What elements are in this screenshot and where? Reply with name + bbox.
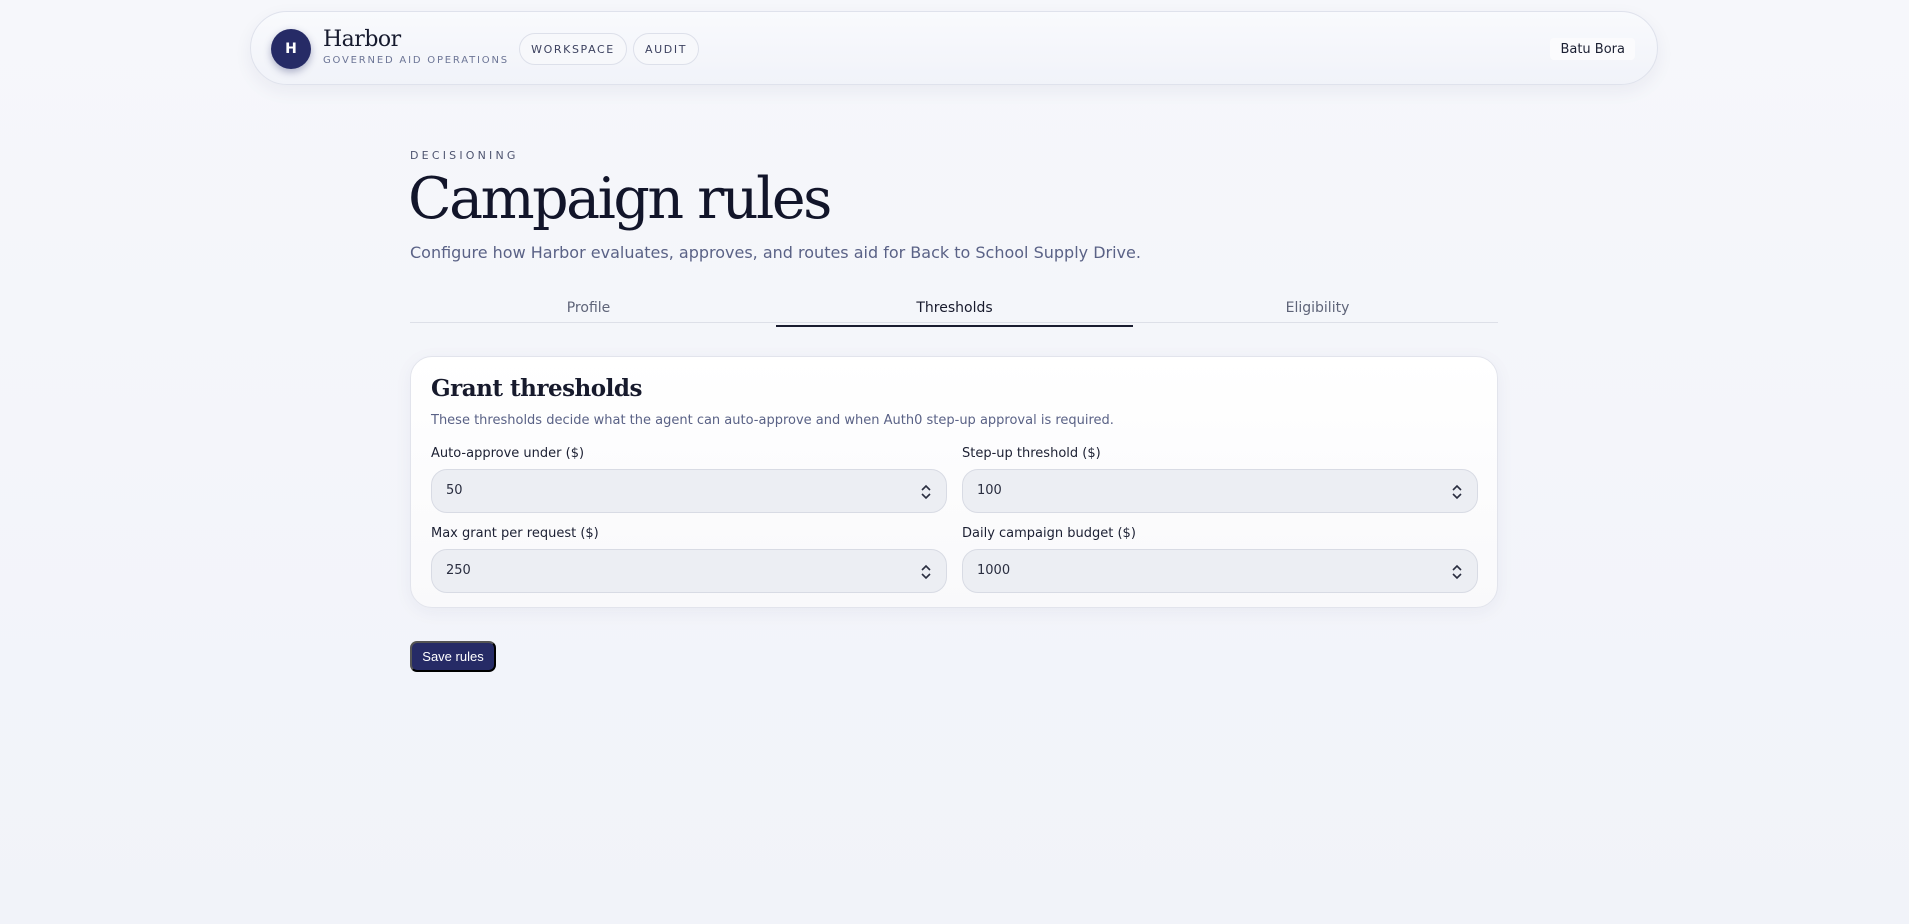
max-grant-value: 250 (446, 563, 471, 578)
auto-approve-value: 50 (446, 483, 463, 498)
tab-eligibility[interactable]: Eligibility (1139, 293, 1496, 323)
tab-profile[interactable]: Profile (410, 293, 767, 323)
chevron-up-down-icon[interactable] (920, 562, 932, 582)
grant-thresholds-card: Grant thresholds These thresholds decide… (410, 356, 1498, 608)
chevron-up-down-icon[interactable] (920, 482, 932, 502)
brand-name[interactable]: Harbor (323, 27, 401, 52)
card-description: These thresholds decide what the agent c… (431, 413, 1114, 428)
brand-tagline: GOVERNED AID OPERATIONS (323, 55, 509, 66)
nav-workspace-button[interactable]: WORKSPACE (519, 33, 627, 65)
user-menu-button[interactable]: Batu Bora (1550, 38, 1635, 60)
auto-approve-input[interactable]: 50 (431, 469, 947, 513)
step-up-threshold-label: Step-up threshold ($) (962, 446, 1101, 461)
chevron-up-down-icon[interactable] (1451, 482, 1463, 502)
daily-budget-label: Daily campaign budget ($) (962, 526, 1136, 541)
max-grant-input[interactable]: 250 (431, 549, 947, 593)
page-title: Campaign rules (408, 166, 832, 232)
daily-budget-input[interactable]: 1000 (962, 549, 1478, 593)
nav-audit-button[interactable]: AUDIT (633, 33, 699, 65)
chevron-up-down-icon[interactable] (1451, 562, 1463, 582)
auto-approve-label: Auto-approve under ($) (431, 446, 585, 461)
tab-thresholds[interactable]: Thresholds (776, 293, 1133, 327)
max-grant-label: Max grant per request ($) (431, 526, 599, 541)
brand-logo-avatar[interactable]: H (271, 29, 311, 69)
step-up-threshold-input[interactable]: 100 (962, 469, 1478, 513)
rules-tabs: Profile Thresholds Eligibility (410, 293, 1498, 327)
section-eyebrow: DECISIONING (410, 149, 519, 162)
page-subtitle: Configure how Harbor evaluates, approves… (410, 243, 1141, 262)
daily-budget-value: 1000 (977, 563, 1011, 578)
top-navigation-bar: H Harbor GOVERNED AID OPERATIONS WORKSPA… (250, 11, 1658, 85)
step-up-threshold-value: 100 (977, 483, 1002, 498)
card-title: Grant thresholds (431, 375, 642, 402)
save-rules-button[interactable]: Save rules (410, 641, 496, 672)
